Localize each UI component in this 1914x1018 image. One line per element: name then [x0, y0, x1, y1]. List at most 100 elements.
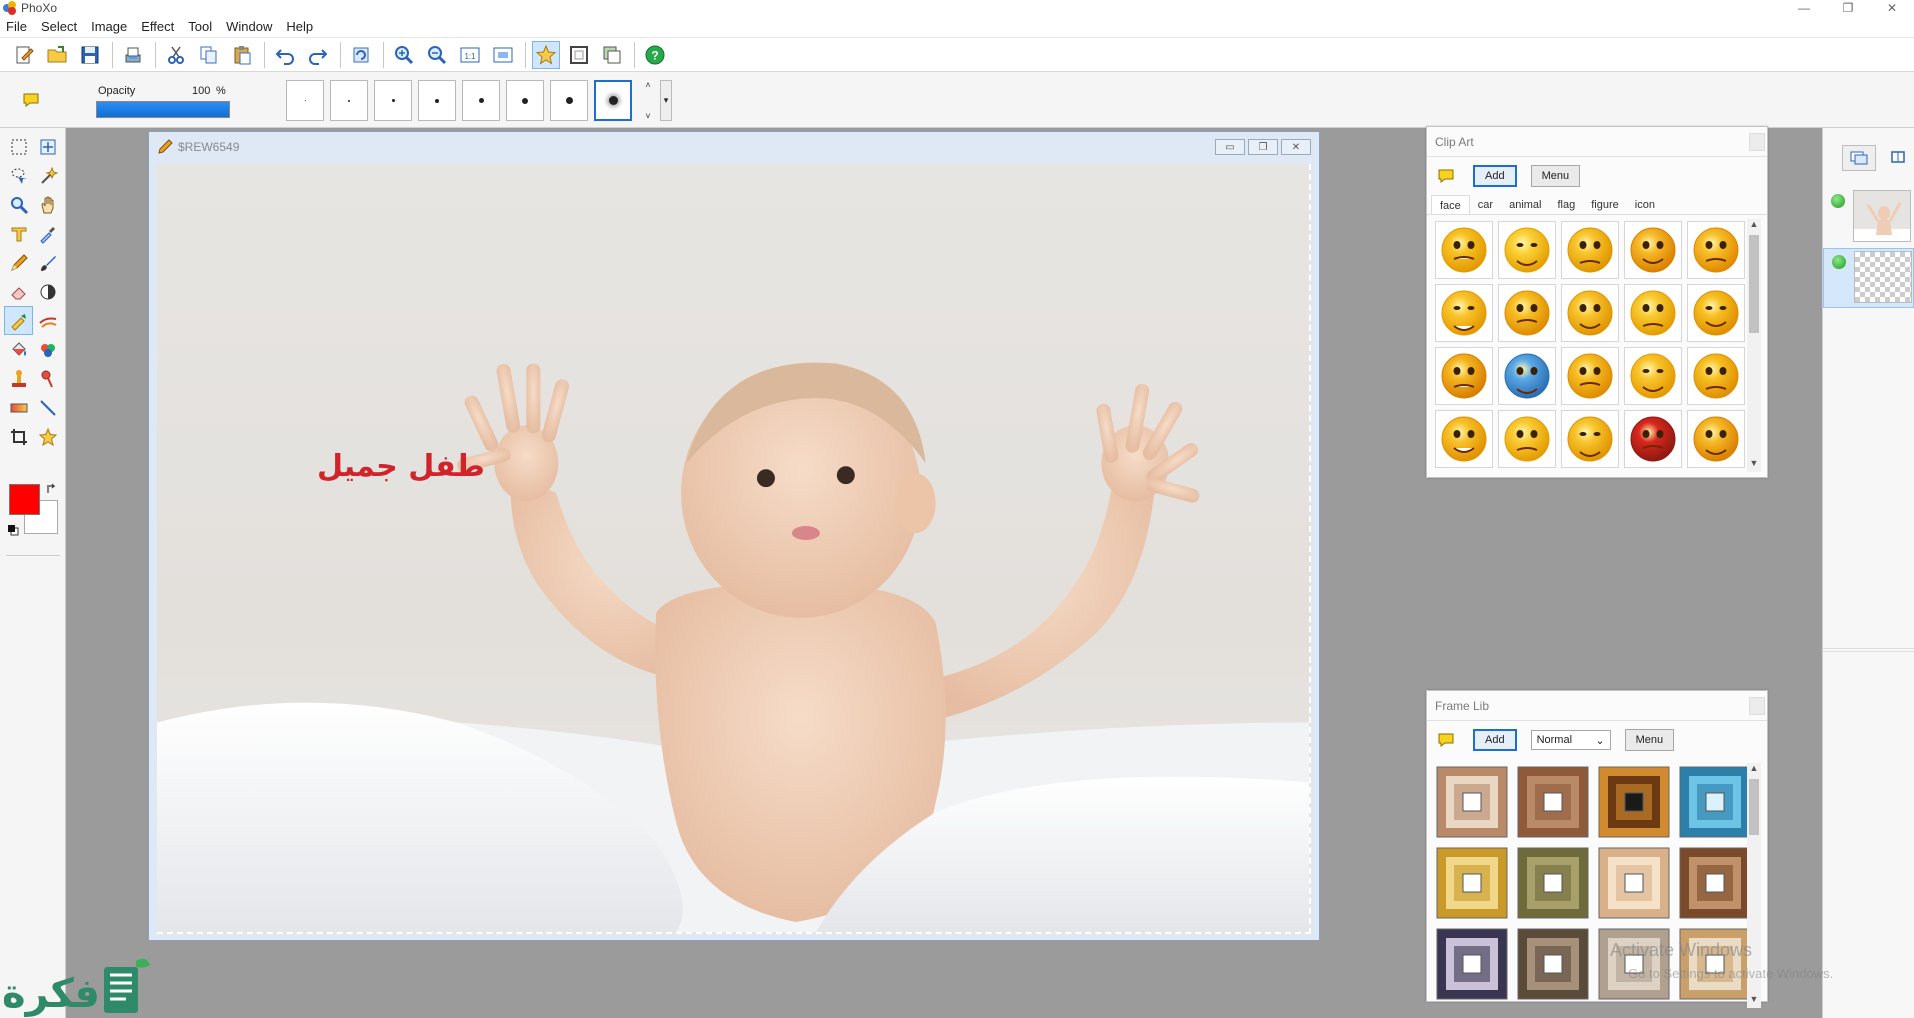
clipart-item[interactable]	[1624, 221, 1682, 279]
frame-item[interactable]	[1678, 846, 1751, 919]
text-tool[interactable]	[4, 219, 33, 248]
frame-item[interactable]	[1678, 927, 1751, 1000]
magic-wand-tool[interactable]	[33, 161, 62, 190]
clipart-item[interactable]	[1435, 284, 1493, 342]
pencil-tool[interactable]	[4, 248, 33, 277]
swap-colors-icon[interactable]	[45, 483, 57, 495]
clipart-tab-icon[interactable]: icon	[1627, 195, 1663, 214]
zoom-in-button[interactable]	[390, 41, 418, 69]
hand-tool[interactable]	[33, 190, 62, 219]
clipart-panel-title[interactable]: Clip Art	[1427, 127, 1767, 157]
clipart-panel-close[interactable]	[1749, 133, 1765, 151]
image-minimize-button[interactable]: ▭	[1215, 139, 1245, 155]
frame-item[interactable]	[1435, 765, 1508, 838]
brush-size-option[interactable]	[286, 80, 324, 121]
redo-button[interactable]	[304, 41, 332, 69]
rect-select-tool[interactable]	[4, 132, 33, 161]
clipart-tab-animal[interactable]: animal	[1501, 195, 1549, 214]
frame-item[interactable]	[1678, 765, 1751, 838]
clipart-item[interactable]	[1561, 410, 1619, 468]
clipart-item[interactable]	[1687, 221, 1745, 279]
layer-visibility-icon[interactable]	[1831, 194, 1845, 208]
brush-size-option[interactable]	[374, 80, 412, 121]
clipart-item[interactable]	[1624, 284, 1682, 342]
layers-button[interactable]	[598, 41, 626, 69]
frame-item[interactable]	[1435, 846, 1508, 919]
dodge-burn-tool[interactable]	[33, 277, 62, 306]
brush-scroll[interactable]: ˄ ˅	[640, 80, 656, 121]
help-button[interactable]: ?	[641, 41, 669, 69]
layer-visibility-icon[interactable]	[1832, 255, 1846, 269]
clipart-item[interactable]	[1435, 221, 1493, 279]
scroll-down-icon[interactable]: ▼	[1747, 458, 1761, 472]
menu-image[interactable]: Image	[91, 19, 127, 34]
brush-size-option[interactable]	[550, 80, 588, 121]
smudge-tool[interactable]	[4, 306, 33, 335]
framelib-menu-button[interactable]: Menu	[1624, 729, 1675, 751]
clipart-add-button[interactable]: Add	[1473, 165, 1517, 187]
brush-size-option[interactable]	[418, 80, 456, 121]
clipart-tab-face[interactable]: face	[1431, 195, 1470, 214]
menu-tool[interactable]: Tool	[188, 19, 212, 34]
paste-button[interactable]	[228, 41, 256, 69]
layer-info-button[interactable]	[1890, 150, 1906, 167]
favorite-button[interactable]	[532, 40, 560, 69]
warp-tool[interactable]	[33, 306, 62, 335]
line-tool[interactable]	[33, 393, 62, 422]
red-eye-tool[interactable]	[33, 364, 62, 393]
layer-photo[interactable]	[1823, 188, 1914, 248]
brush-tool[interactable]	[33, 248, 62, 277]
framelib-panel-close[interactable]	[1749, 697, 1765, 715]
clipart-item[interactable]	[1498, 284, 1556, 342]
clipart-item[interactable]	[1498, 410, 1556, 468]
actual-size-button[interactable]: 1:1	[456, 41, 484, 69]
clipart-item[interactable]	[1624, 347, 1682, 405]
zoom-out-button[interactable]	[423, 41, 451, 69]
crop-tool[interactable]	[4, 422, 33, 451]
gradient-tool[interactable]	[4, 393, 33, 422]
framelib-mode-select[interactable]: Normal ⌄	[1530, 730, 1611, 750]
layer-options-button[interactable]	[1842, 145, 1876, 171]
frame-item[interactable]	[1597, 846, 1670, 919]
lasso-tool[interactable]	[4, 161, 33, 190]
reset-colors-icon[interactable]	[7, 524, 19, 536]
cut-button[interactable]	[162, 41, 190, 69]
color-tool[interactable]	[33, 335, 62, 364]
clipart-item[interactable]	[1687, 410, 1745, 468]
brush-scroll-down[interactable]: ˅	[645, 111, 650, 121]
open-button[interactable]	[43, 41, 71, 69]
frame-item[interactable]	[1516, 765, 1589, 838]
undo-button[interactable]	[271, 41, 299, 69]
clipart-scroll-thumb[interactable]	[1749, 235, 1759, 333]
clipart-item[interactable]	[1687, 347, 1745, 405]
eraser-tool[interactable]	[4, 277, 33, 306]
image-window-titlebar[interactable]: $REW6549 ▭ ❐ ✕	[149, 132, 1319, 162]
clipart-item[interactable]	[1435, 347, 1493, 405]
framelib-add-button[interactable]: Add	[1473, 729, 1517, 751]
frame-item[interactable]	[1516, 927, 1589, 1000]
shape-tool[interactable]	[33, 422, 62, 451]
clipart-tab-flag[interactable]: flag	[1549, 195, 1583, 214]
menu-file[interactable]: File	[6, 19, 27, 34]
image-maximize-button[interactable]: ❐	[1248, 139, 1278, 155]
frame-item[interactable]	[1516, 846, 1589, 919]
fill-tool[interactable]	[4, 335, 33, 364]
frame-item[interactable]	[1597, 927, 1670, 1000]
brush-more-button[interactable]: ▾	[660, 80, 672, 121]
zoom-tool[interactable]	[4, 190, 33, 219]
clipart-item[interactable]	[1561, 221, 1619, 279]
minimize-button[interactable]: —	[1782, 0, 1826, 16]
brush-size-option[interactable]	[594, 80, 632, 121]
close-button[interactable]: ✕	[1870, 0, 1914, 16]
clipart-item[interactable]	[1561, 347, 1619, 405]
image-canvas[interactable]: طفل جميل	[157, 164, 1311, 934]
eyedropper-tool[interactable]	[33, 219, 62, 248]
image-close-button[interactable]: ✕	[1281, 139, 1311, 155]
framelib-scroll-thumb[interactable]	[1749, 779, 1759, 835]
new-button[interactable]	[10, 41, 38, 69]
clipart-menu-button[interactable]: Menu	[1530, 165, 1581, 187]
clipart-item[interactable]	[1498, 221, 1556, 279]
move-tool[interactable]	[33, 132, 62, 161]
clipart-item[interactable]	[1498, 347, 1556, 405]
brush-size-option[interactable]	[330, 80, 368, 121]
